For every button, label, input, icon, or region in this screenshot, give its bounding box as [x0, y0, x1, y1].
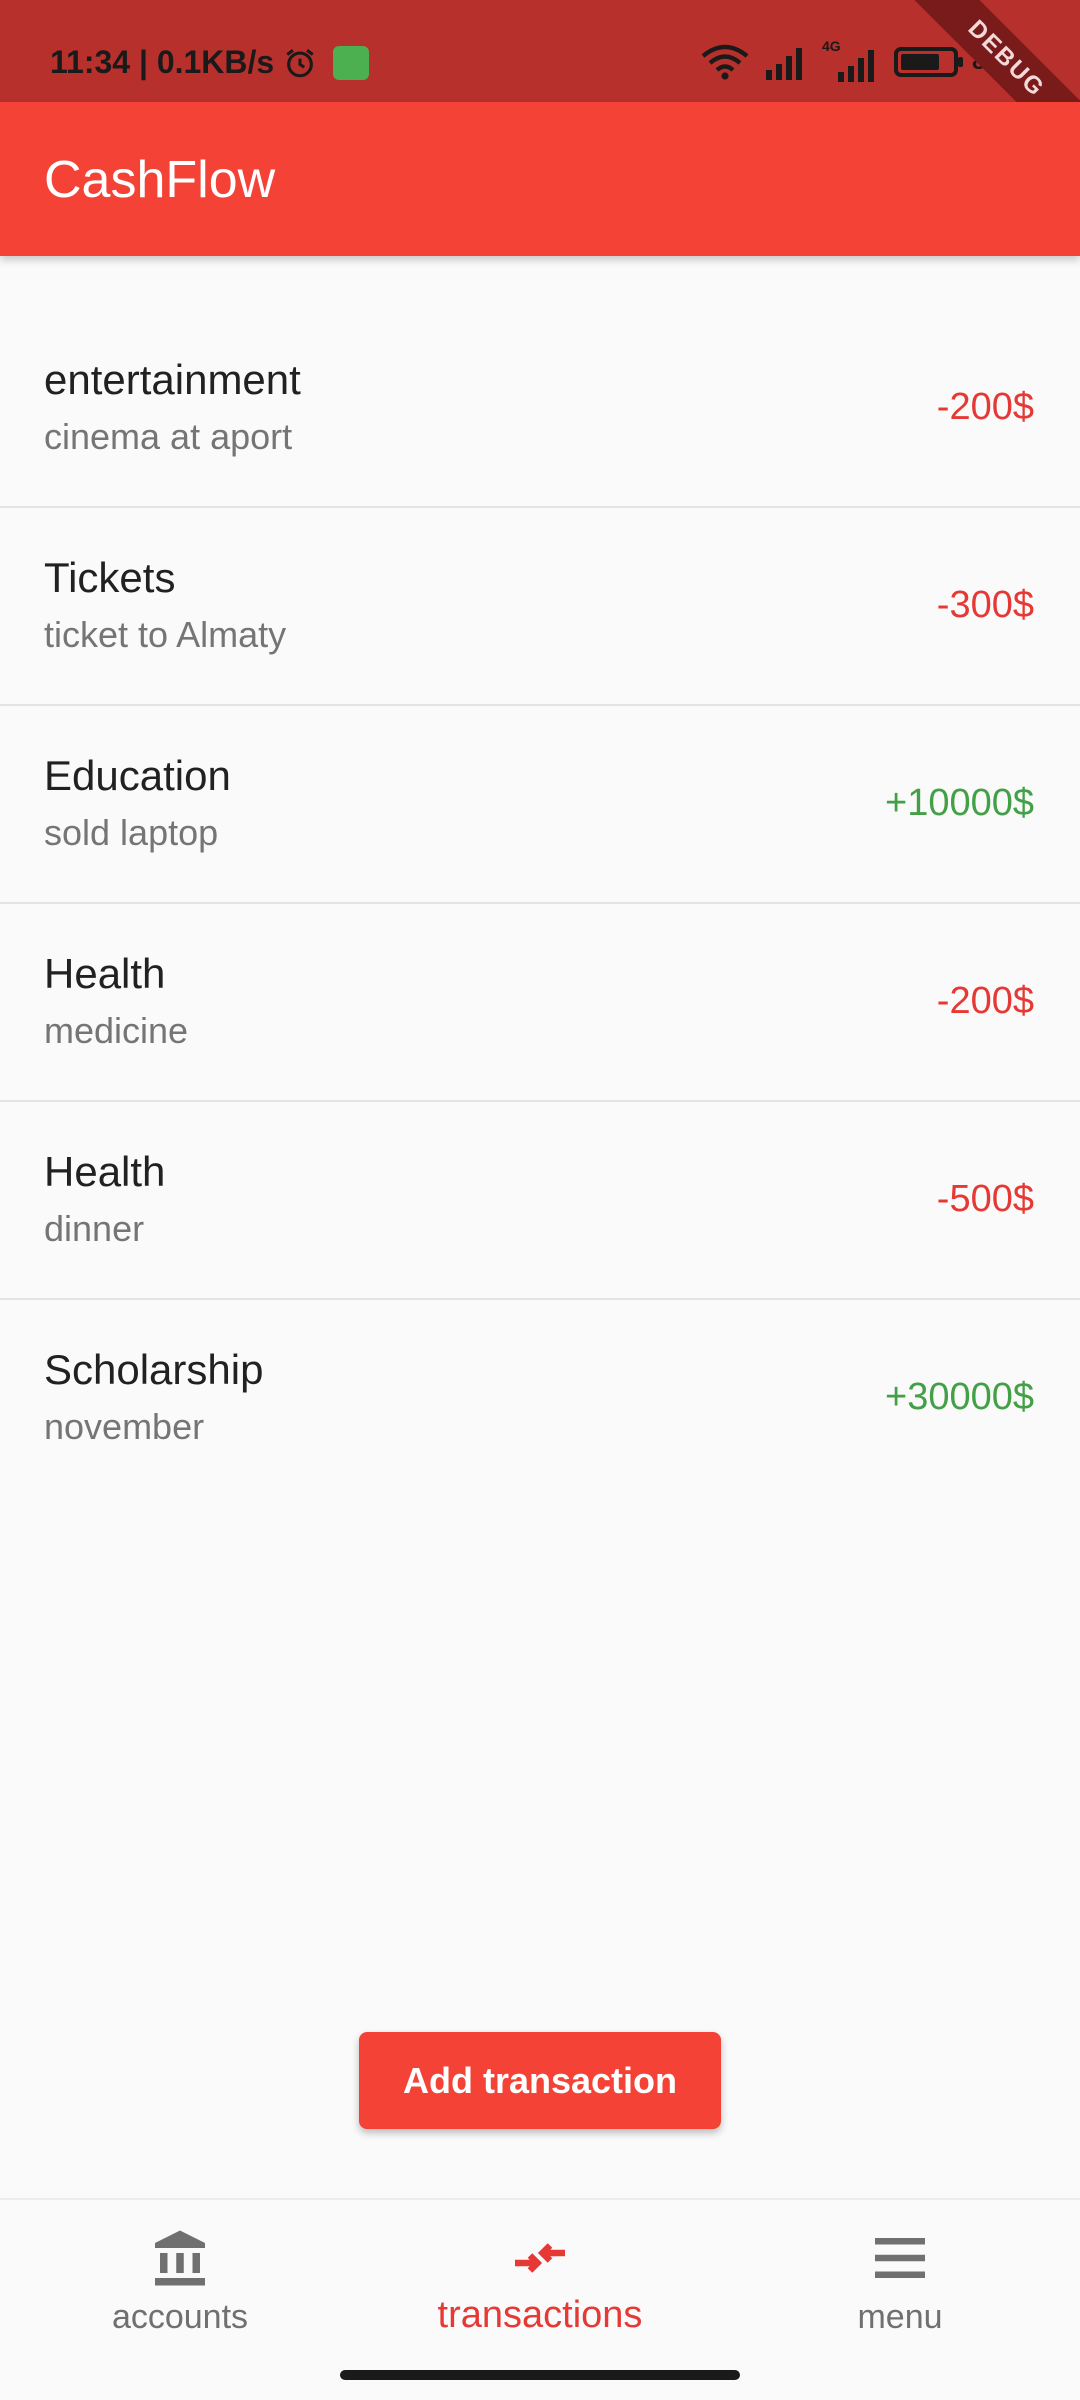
transaction-description: sold laptop: [44, 812, 219, 853]
transaction-title: Health: [44, 950, 166, 997]
nav-label-transactions: transactions: [437, 2294, 643, 2336]
status-bar: 11:34 | 0.1KB/s 4G 81%: [0, 0, 1080, 182]
wifi-icon: [701, 44, 749, 80]
transaction-amount: -300$: [936, 584, 1034, 626]
transaction-description: dinner: [44, 1208, 145, 1249]
nav-label-accounts: accounts: [111, 2298, 249, 2336]
transaction-amount: +10000$: [885, 782, 1034, 824]
compare-arrows-icon: [515, 2243, 565, 2273]
signal-4g-icon: 4G: [822, 38, 880, 82]
battery-icon: [893, 47, 963, 77]
transaction-row[interactable]: entertainment cinema at aport -200$: [0, 310, 1080, 508]
transaction-list: entertainment cinema at aport -200$ Tick…: [0, 310, 1080, 1498]
transaction-amount: -500$: [936, 1178, 1034, 1220]
nav-label-menu: menu: [857, 2298, 943, 2336]
home-indicator[interactable]: [340, 2370, 740, 2380]
transaction-title: Education: [44, 752, 231, 799]
transaction-description: medicine: [44, 1010, 189, 1051]
transaction-description: november: [44, 1406, 205, 1447]
app-notification-icon: [333, 46, 369, 80]
nav-item-menu[interactable]: menu: [720, 2200, 1080, 2356]
nav-item-accounts[interactable]: accounts: [0, 2200, 360, 2356]
bank-icon: [155, 2230, 205, 2286]
transaction-row[interactable]: Scholarship november +30000$: [0, 1300, 1080, 1498]
transaction-amount: -200$: [936, 980, 1034, 1022]
nav-item-transactions[interactable]: transactions: [360, 2200, 720, 2356]
transaction-row[interactable]: Education sold laptop +10000$: [0, 706, 1080, 904]
transaction-row[interactable]: Tickets ticket to Almaty -300$: [0, 508, 1080, 706]
transaction-amount: -200$: [936, 386, 1034, 428]
page-title: CashFlow: [44, 151, 276, 209]
transaction-title: Tickets: [44, 554, 176, 601]
transaction-amount: +30000$: [885, 1376, 1034, 1418]
app-bar: CashFlow: [0, 102, 1080, 256]
transaction-description: cinema at aport: [44, 416, 293, 457]
menu-icon: [875, 2238, 925, 2278]
transaction-description: ticket to Almaty: [44, 614, 287, 655]
add-transaction-button[interactable]: Add transaction: [359, 2032, 721, 2129]
transaction-row[interactable]: Health medicine -200$: [0, 904, 1080, 1102]
status-time: 11:34 | 0.1KB/s: [50, 44, 275, 80]
alarm-icon: [286, 49, 314, 78]
transaction-row[interactable]: Health dinner -500$: [0, 1102, 1080, 1300]
signal-icon: [765, 48, 802, 80]
transaction-title: Scholarship: [44, 1346, 264, 1393]
transaction-title: Health: [44, 1148, 166, 1195]
bottom-navigation: accounts transactions menu: [0, 2198, 1080, 2354]
transaction-title: entertainment: [44, 356, 301, 403]
